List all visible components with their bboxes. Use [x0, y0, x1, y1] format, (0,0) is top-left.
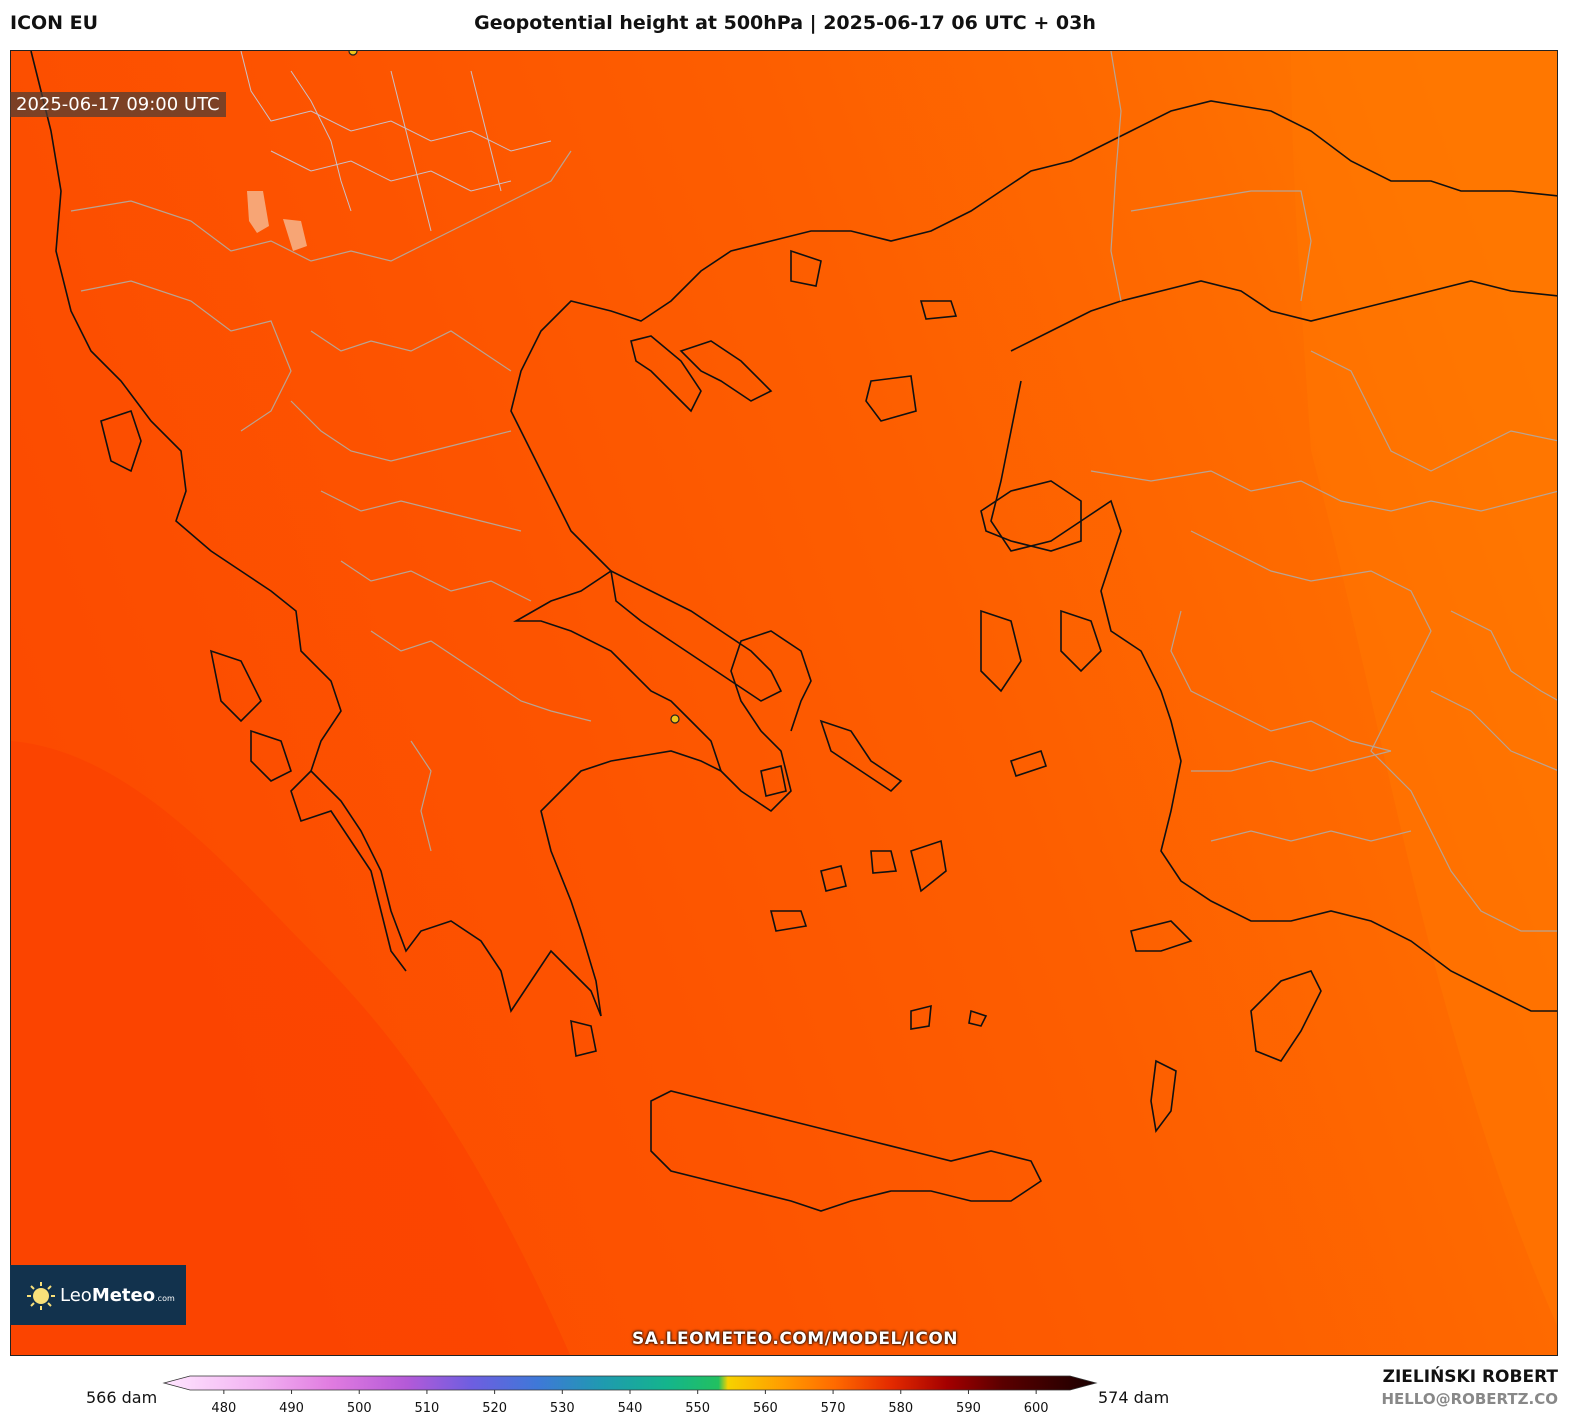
colorbar-ticks: 480 490 500 510 520 530 540 550 560 570 580 590 600	[211, 1390, 1049, 1416]
sun-icon	[26, 1281, 55, 1310]
colorbar-tick-label: 600	[1024, 1401, 1049, 1416]
colorbar-tick-label: 490	[279, 1401, 304, 1416]
source-url: SA.LEOMETEO.COM/MODEL/ICON	[631, 1329, 958, 1349]
colorbar-tick-label: 550	[685, 1401, 710, 1416]
valid-time-badge: 2025-06-17 09:00 UTC	[10, 92, 226, 117]
colorbar-tick-label: 540	[618, 1401, 643, 1416]
colorbar-tick-label: 480	[211, 1401, 236, 1416]
map-title: Geopotential height at 500hPa | 2025-06-…	[474, 12, 1096, 34]
colorbar-tick-label: 530	[550, 1401, 575, 1416]
colorbar-tick-label: 500	[347, 1401, 372, 1416]
colorbar-tick-label: 570	[821, 1401, 846, 1416]
author-email: HELLO@ROBERTZ.CO	[1381, 1390, 1558, 1408]
colorbar-min-label: 566 dam	[86, 1388, 158, 1407]
colorbar-ramp	[162, 1375, 1098, 1391]
leometeo-logo[interactable]: LeoMeteo.com	[10, 1265, 186, 1325]
city-marker-athens[interactable]	[670, 714, 680, 724]
brand-name: LeoMeteo.com	[60, 1284, 175, 1306]
author-name: ZIELIŃSKI ROBERT	[1382, 1367, 1558, 1387]
colorbar-tick-label: 510	[415, 1401, 440, 1416]
colorbar: 480 490 500 510 520 530 540 550 560 570 580 590 600	[162, 1375, 1098, 1416]
colorbar-max-label: 574 dam	[1098, 1388, 1170, 1407]
colorbar-tick-label: 560	[753, 1401, 778, 1416]
map-panel[interactable]: SA.LEOMETEO.COM/MODEL/ICON	[10, 50, 1558, 1356]
city-marker-belgrade[interactable]	[348, 51, 358, 56]
map-svg	[11, 51, 1557, 1355]
colorbar-tick-label: 590	[956, 1401, 981, 1416]
colorbar-tick-label: 580	[888, 1401, 913, 1416]
colorbar-tick-label: 520	[482, 1401, 507, 1416]
